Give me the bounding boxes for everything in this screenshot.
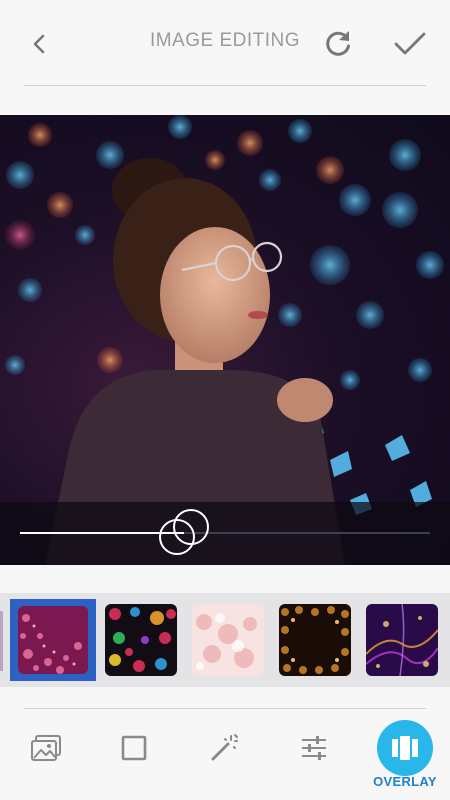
gold-frame-thumbnail <box>279 604 351 676</box>
previous-thumbnail-edge[interactable] <box>0 611 3 671</box>
sliders-icon <box>302 736 326 760</box>
check-icon <box>394 32 426 55</box>
frame-button[interactable] <box>110 724 158 772</box>
opacity-slider-thumb[interactable] <box>153 501 215 563</box>
toolbar-divider <box>24 708 426 709</box>
overlay-button[interactable] <box>377 720 433 776</box>
opacity-slider-bar <box>0 502 450 565</box>
refresh-icon <box>326 31 350 56</box>
page-title: IMAGE EDITING <box>149 30 301 51</box>
reset-button[interactable] <box>318 24 358 64</box>
light-bokeh-thumbnail <box>192 604 264 676</box>
edited-photo <box>5 115 444 565</box>
magic-wand-button[interactable] <box>200 724 248 772</box>
header-divider <box>24 85 426 86</box>
double-ring-icon <box>159 509 209 555</box>
opacity-slider-track[interactable] <box>20 509 430 555</box>
photo-canvas[interactable] <box>0 115 450 565</box>
overlay-label: OVERLAY <box>373 774 437 789</box>
hearts-thumbnail <box>105 604 177 676</box>
gallery-button[interactable] <box>22 724 70 772</box>
pink-bokeh-thumbnail <box>18 606 88 674</box>
overlay-thumb-purple-sparks[interactable] <box>366 604 438 676</box>
bottom-toolbar: OVERLAY <box>0 710 450 800</box>
purple-sparks-thumbnail <box>366 604 438 676</box>
overlay-thumb-light-bokeh[interactable] <box>192 604 264 676</box>
overlay-thumb-gold-frame[interactable] <box>279 604 351 676</box>
header: IMAGE EDITING <box>0 0 450 86</box>
overlay-thumb-pink-bokeh[interactable] <box>10 599 96 681</box>
frame-icon <box>121 735 147 761</box>
overlay-thumbnail-strip[interactable] <box>0 593 450 687</box>
apply-button[interactable] <box>388 24 432 64</box>
overlay-icon <box>392 736 418 760</box>
overlay-thumb-hearts[interactable] <box>105 604 177 676</box>
adjust-button[interactable] <box>290 724 338 772</box>
gallery-icon <box>31 735 61 761</box>
magic-wand-icon <box>211 734 238 761</box>
